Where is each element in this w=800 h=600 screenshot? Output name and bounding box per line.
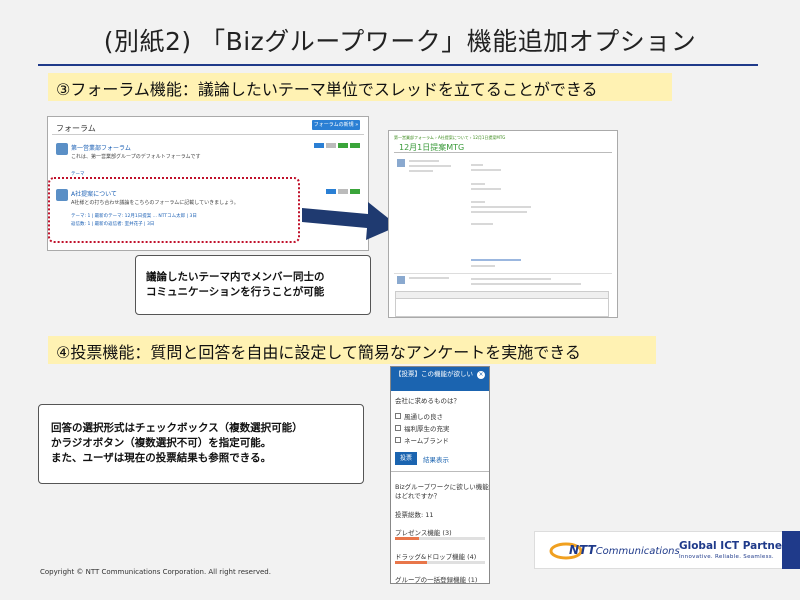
tagline: Innovative. Reliable. Seamless. [679, 554, 774, 560]
move-up-icon[interactable] [350, 189, 360, 194]
checkbox[interactable] [395, 425, 401, 431]
vote-button[interactable]: 投票 [395, 452, 417, 465]
post-text [471, 201, 485, 203]
brand-name: NTT [569, 543, 596, 557]
poll-option[interactable]: ネームブランド [395, 435, 449, 445]
callout-line: コミュニケーションを行うことが可能 [146, 286, 325, 299]
partner-text: Global ICT Partner [679, 540, 788, 552]
edit-icon[interactable] [314, 143, 324, 148]
poll-result-label: グループの一括登録機能 (1) [395, 576, 478, 584]
callout-line: かラジオボタン（複数選択不可）を指定可能。 [51, 437, 272, 450]
row-actions [314, 143, 360, 148]
move-up-icon[interactable] [338, 143, 348, 148]
close-icon[interactable]: × [477, 371, 485, 379]
forum-title: フォーラム [56, 124, 96, 133]
poll-result-fill [395, 561, 428, 564]
poll-result-fill [395, 537, 420, 540]
poll-result-bar [395, 561, 485, 564]
show-results-link[interactable]: 結果表示 [423, 454, 449, 464]
checkbox[interactable] [395, 413, 401, 419]
slide: (別紙2) 「Bizグループワーク」機能追加オプション ③フォーラム機能：議論し… [0, 0, 800, 600]
poll-option[interactable]: 福利厚生の充実 [395, 423, 450, 433]
reply-text [471, 278, 551, 280]
post-text [471, 164, 483, 166]
post-author [409, 165, 451, 167]
poll-option-label: ネームブランド [404, 437, 449, 445]
thread-screenshot: 第一営業部フォーラム › A社提案について › 12月1日提案MTG 12月1日… [388, 130, 618, 318]
poll-result-label: プレゼンス機能 (3) [395, 529, 452, 537]
poll-question: 会社に求めるものは？ [395, 397, 460, 405]
callout-line: また、ユーザは現在の投票結果も参照できる。 [51, 452, 272, 465]
divider [52, 134, 364, 135]
move-down-icon[interactable] [350, 143, 360, 148]
editor-toolbar[interactable] [395, 291, 609, 299]
brand-suffix: Communications [595, 546, 680, 557]
reply-text [471, 283, 581, 285]
forum-section-heading: ③フォーラム機能：議論したいテーマ単位でスレッドを立てることができる [48, 73, 672, 101]
delete-icon[interactable] [338, 189, 348, 194]
ntt-brand: NTTCommunications [569, 543, 680, 557]
post-text [471, 223, 493, 225]
post-date [471, 265, 495, 267]
avatar [397, 276, 405, 284]
forum-icon [56, 143, 68, 155]
poll-header: 【投票】この機能が欲しい × [391, 367, 489, 391]
poll-option[interactable]: 風通しの良さ [395, 411, 443, 421]
delete-icon[interactable] [326, 143, 336, 148]
post-author [409, 160, 439, 162]
ntt-logo-card: NTTCommunications Global ICT Partner Inn… [534, 531, 796, 569]
row-actions [326, 189, 360, 194]
post-text [471, 206, 531, 208]
avatar [397, 159, 405, 167]
divider [391, 471, 489, 472]
post-actions[interactable] [471, 259, 521, 261]
reply-editor[interactable] [395, 299, 609, 317]
title-underline [38, 64, 758, 66]
post-text [471, 211, 527, 213]
poll-widget: 【投票】この機能が欲しい × 会社に求めるものは？ 風通しの良さ 福利厚生の充実… [390, 366, 490, 584]
poll-title: 【投票】この機能が欲しい [395, 370, 473, 378]
poll-option-label: 福利厚生の充実 [404, 425, 450, 433]
highlight-frame [48, 177, 300, 243]
copyright: Copyright © NTT Communications Corporati… [40, 568, 271, 576]
callout-line: 回答の選択形式はチェックボックス（複数選択可能） [51, 422, 303, 434]
thread-breadcrumb[interactable]: 第一営業部フォーラム › A社提案について › 12月1日提案MTG [394, 135, 505, 141]
poll-result-label: ドラッグ&ドロップ機能 (4) [395, 553, 477, 561]
callout-line: 議論したいテーマ内でメンバー同士の [146, 271, 325, 283]
slide-title: (別紙2) 「Bizグループワーク」機能追加オプション [103, 27, 697, 56]
poll-question-2: Bizグループワークに欲しい機能はどれですか？ [395, 483, 489, 501]
post-text [471, 169, 501, 171]
poll-callout: 回答の選択形式はチェックボックス（複数選択可能） かラジオボタン（複数選択不可）… [38, 404, 364, 484]
edit-icon[interactable] [326, 189, 336, 194]
checkbox[interactable] [395, 437, 401, 443]
reply-author [409, 277, 449, 279]
poll-option-label: 風通しの良さ [404, 413, 443, 421]
poll-section-heading: ④投票機能：質問と回答を自由に設定して簡易なアンケートを実施できる [48, 336, 656, 364]
forum-row-desc: これは、第一営業部グループのデフォルトフォーラムです [71, 154, 201, 160]
new-forum-button[interactable]: フォーラムの新規 » [312, 120, 360, 130]
right-arrow-icon [302, 202, 398, 240]
post-text [471, 183, 485, 185]
forum-row-title[interactable]: 第一営業部フォーラム [71, 143, 131, 152]
forum-callout: 議論したいテーマ内でメンバー同士の コミュニケーションを行うことが可能 [135, 255, 371, 315]
edge-band [782, 531, 800, 569]
divider [394, 152, 612, 153]
poll-result-bar [395, 537, 485, 540]
post-text [471, 188, 501, 190]
poll-total: 投票総数: 11 [395, 511, 434, 519]
divider [394, 273, 612, 274]
forum-row[interactable]: 第一営業部フォーラム これは、第一営業部グループのデフォルトフォーラムです [56, 143, 360, 167]
post-author [409, 170, 433, 172]
